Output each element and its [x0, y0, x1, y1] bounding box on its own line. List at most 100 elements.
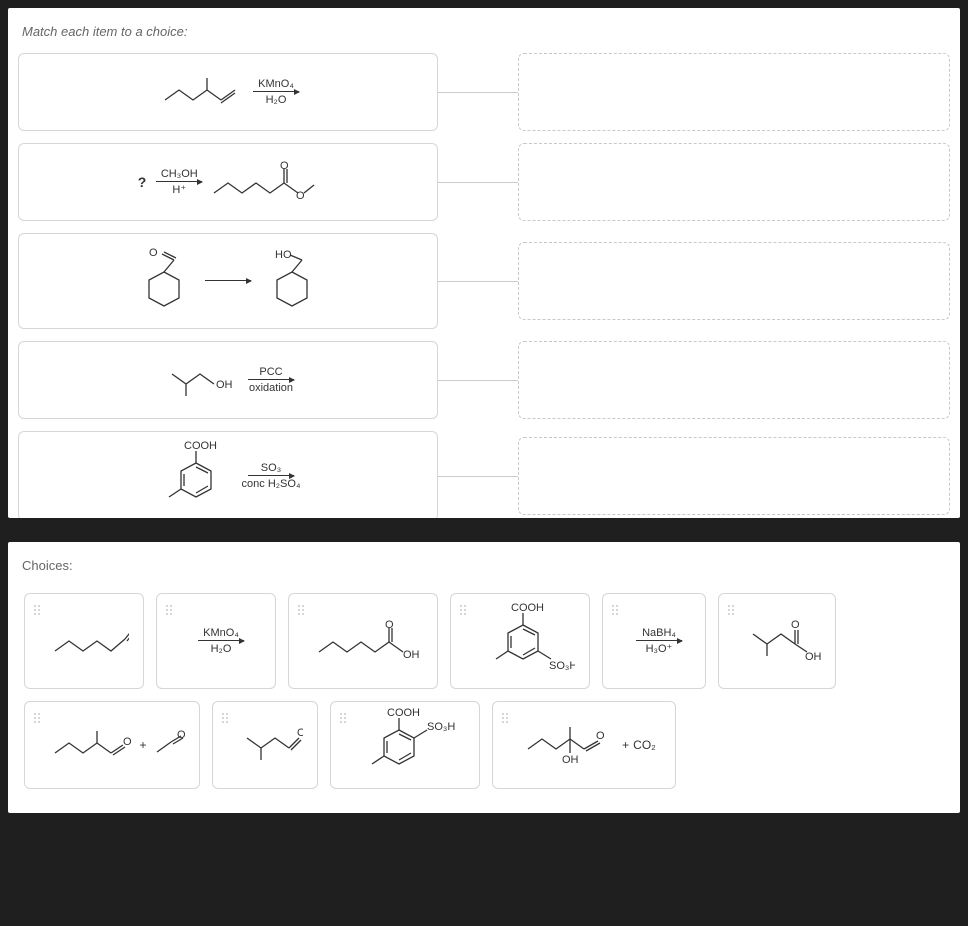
molecule-cyclohexylmethanol: HO — [257, 246, 327, 316]
svg-text:OH: OH — [403, 649, 420, 661]
molecule-sulfobenzoic-2: COOH SO₃H — [355, 706, 465, 784]
prompt-5: COOH SO₃ conc H₂SO₄ — [18, 431, 438, 518]
svg-text:O: O — [123, 736, 132, 748]
svg-text:COOH: COOH — [511, 602, 544, 614]
connector — [438, 281, 518, 282]
choices-label: Choices: — [22, 558, 950, 573]
prompt-3: O HO — [18, 233, 438, 329]
drop-target-4[interactable] — [518, 341, 950, 419]
reagent-top: SO₃ — [261, 462, 281, 474]
molecule-3-methyl-1-pentene — [157, 72, 247, 112]
choice-5-sulfo-m-toluic-acid[interactable]: COOH SO₃H — [450, 593, 590, 689]
reagent-top: KMnO₄ — [203, 627, 239, 639]
choice-diol-plus-co2[interactable]: O OH + CO₂ — [492, 701, 676, 789]
choice-isobutyraldehyde[interactable]: O — [212, 701, 318, 789]
co2-label: CO₂ — [633, 738, 656, 752]
drop-target-3[interactable] — [518, 242, 950, 320]
choice-isobutyric-acid[interactable]: O OH — [718, 593, 836, 689]
svg-text:OH: OH — [216, 379, 233, 391]
connector — [438, 92, 518, 93]
svg-text:SO₃H: SO₃H — [549, 660, 575, 672]
unknown-marker: ? — [138, 174, 147, 190]
drag-handle-icon — [459, 604, 467, 616]
molecule-2-methylbutane-1-2-diol: O OH — [522, 721, 618, 769]
connector — [438, 476, 518, 477]
choice-pentanoic-acid[interactable]: O OH — [288, 593, 438, 689]
drop-target-2[interactable] — [518, 143, 950, 221]
svg-text:OH: OH — [805, 651, 821, 663]
drag-handle-icon — [339, 712, 347, 724]
svg-text:OH: OH — [562, 754, 579, 766]
instruction-text: Match each item to a choice: — [22, 24, 950, 39]
match-row-2: ? CH₃OH H⁺ O O — [18, 143, 950, 221]
drag-handle-icon — [611, 604, 619, 616]
reagent-top: CH₃OH — [161, 168, 198, 180]
choices-panel: Choices: O KMnO₄ H₂O — [8, 542, 960, 813]
molecule-formaldehyde: O — [151, 730, 185, 760]
reagent-bottom: H₂O — [266, 94, 287, 106]
drag-handle-icon — [33, 604, 41, 616]
reagent-top: PCC — [259, 366, 282, 378]
reagent-top: KMnO₄ — [258, 78, 294, 90]
reagent-bottom: H₃O⁺ — [646, 643, 673, 655]
svg-text:O: O — [791, 619, 800, 631]
reagent-arrow: KMnO₄ H₂O — [198, 627, 244, 655]
choices-container: O KMnO₄ H₂O O OH — [18, 587, 950, 789]
match-row-3: O HO — [18, 233, 950, 329]
connector — [438, 380, 518, 381]
drag-handle-icon — [33, 712, 41, 724]
choice-nabh4-h3o[interactable]: NaBH₄ H₃O⁺ — [602, 593, 706, 689]
molecule-isobutanol: OH — [162, 360, 242, 400]
match-row-5: COOH SO₃ conc H₂SO₄ — [18, 431, 950, 518]
matching-panel: Match each item to a choice: KMnO₄ H₂O — [8, 8, 960, 518]
molecule-cyclohexanecarbaldehyde: O — [129, 246, 199, 316]
molecule-sulfobenzoic-1: COOH SO₃H — [475, 599, 575, 683]
molecule-pentanal: O — [49, 621, 129, 661]
match-row-1: KMnO₄ H₂O — [18, 53, 950, 131]
drop-target-1[interactable] — [518, 53, 950, 131]
reagent-bottom: H⁺ — [172, 184, 186, 196]
choice-kmno4-h2o[interactable]: KMnO₄ H₂O — [156, 593, 276, 689]
molecule-m-toluic-acid: COOH — [156, 439, 236, 513]
match-row-4: OH PCC oxidation — [18, 341, 950, 419]
drag-handle-icon — [165, 604, 173, 616]
connector — [438, 182, 518, 183]
prompt-4: OH PCC oxidation — [18, 341, 438, 419]
drag-handle-icon — [297, 604, 305, 616]
drag-handle-icon — [501, 712, 509, 724]
plus-sign: + — [622, 738, 629, 752]
svg-text:O: O — [385, 619, 394, 631]
svg-text:O: O — [297, 727, 303, 739]
choice-methylbutanal-plus-formaldehyde[interactable]: O + O — [24, 701, 200, 789]
drag-handle-icon — [727, 604, 735, 616]
svg-text:COOH: COOH — [184, 440, 217, 452]
reagent-arrow: CH₃OH H⁺ — [156, 168, 202, 196]
plus-sign: + — [139, 738, 146, 752]
molecule-isobutyric-acid: O OH — [743, 616, 821, 666]
prompt-1: KMnO₄ H₂O — [18, 53, 438, 131]
prompt-2: ? CH₃OH H⁺ O O — [18, 143, 438, 221]
svg-text:O: O — [596, 730, 605, 742]
molecule-2-methylbutanal: O — [49, 725, 135, 765]
reagent-arrow: PCC oxidation — [248, 366, 294, 394]
reagent-bottom: oxidation — [249, 382, 293, 394]
molecule-pentanoic-acid: O OH — [313, 618, 423, 664]
reagent-top: NaBH₄ — [642, 627, 676, 639]
reagent-bottom: H₂O — [211, 643, 232, 655]
choice-pentanal[interactable]: O — [24, 593, 144, 689]
reagent-arrow: SO₃ conc H₂SO₄ — [242, 462, 301, 490]
svg-text:O: O — [177, 730, 185, 741]
molecule-methyl-pentanoate: O O — [208, 159, 318, 205]
drag-handle-icon — [221, 712, 229, 724]
reagent-arrow: KMnO₄ H₂O — [253, 78, 299, 106]
drop-target-5[interactable] — [518, 437, 950, 515]
arrow-plain — [205, 279, 251, 283]
svg-text:HO: HO — [275, 249, 292, 261]
svg-text:SO₃H: SO₃H — [427, 721, 455, 733]
svg-text:O: O — [280, 160, 289, 172]
choice-4-sulfo-m-toluic-acid[interactable]: COOH SO₃H — [330, 701, 480, 789]
molecule-isobutyraldehyde: O — [237, 722, 303, 768]
svg-text:O: O — [149, 247, 158, 259]
reagent-bottom: conc H₂SO₄ — [242, 478, 301, 490]
reagent-arrow: NaBH₄ H₃O⁺ — [636, 627, 682, 655]
